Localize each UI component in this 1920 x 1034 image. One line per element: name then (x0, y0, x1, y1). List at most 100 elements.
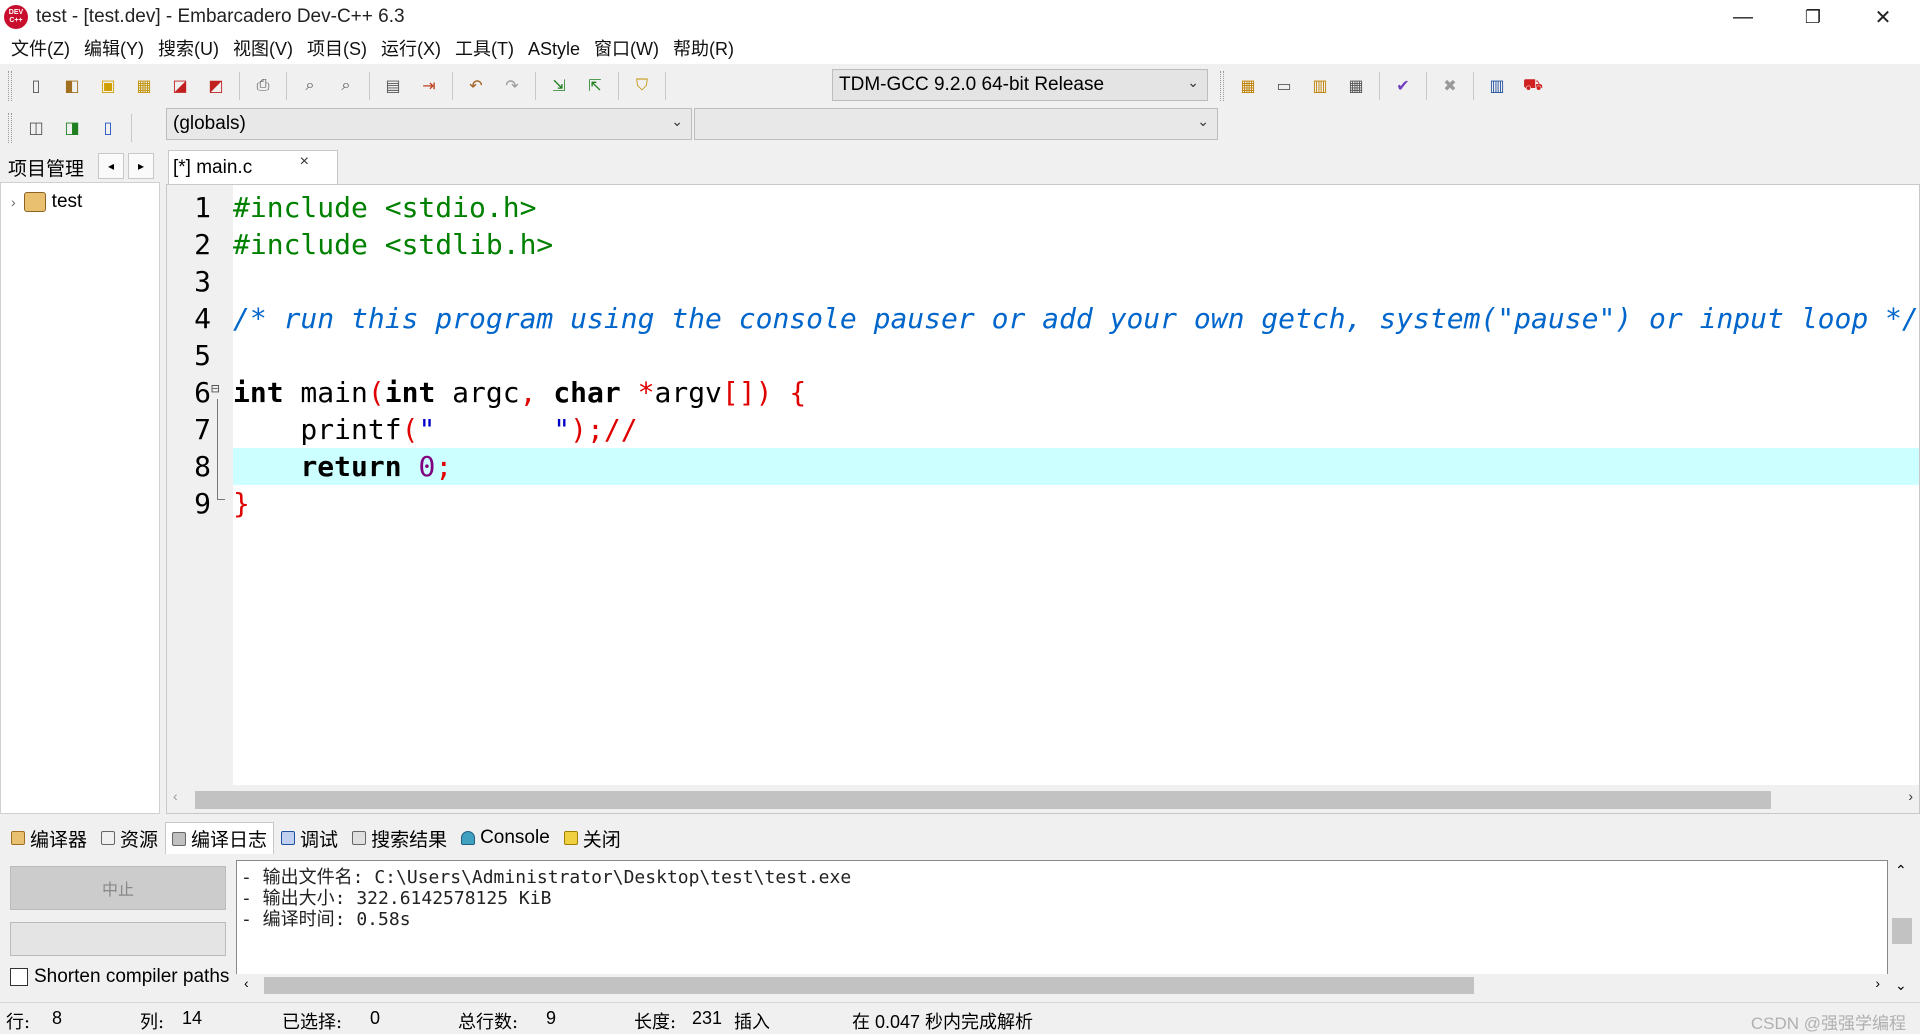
bottom-panel-tabs: 编译器 资源 编译日志 调试 搜索结果 Console 关闭 (0, 820, 1920, 854)
code-editor[interactable]: 1 2 3 4 5 6 7 8 9 ⊟ #include <stdio.h> #… (166, 184, 1920, 814)
tab-label: 关闭 (582, 828, 621, 851)
tab-close[interactable]: 关闭 (557, 822, 628, 854)
stop-button[interactable]: 中止 (10, 866, 226, 910)
tab-compile-log[interactable]: 编译日志 (165, 822, 275, 854)
tab-main-c[interactable]: [*] main.c × (168, 150, 338, 184)
save-all-icon[interactable]: ▦ (126, 69, 162, 103)
code-line-4: /* run this program using the console pa… (233, 302, 1919, 335)
scroll-up-icon[interactable]: ⌃ (1895, 862, 1907, 879)
status-bar: 行: 8 列: 14 已选择: 0 总行数: 9 长度: 231 插入 在 0.… (0, 1002, 1920, 1034)
menu-window[interactable]: 窗口(W) (587, 34, 666, 64)
run-icon[interactable]: ▭ (1266, 69, 1302, 103)
scroll-down-icon[interactable]: ⌄ (1895, 977, 1907, 994)
tab-prev-button[interactable]: ◂ (98, 153, 124, 179)
log-horizontal-scrollbar[interactable]: ‹ › (236, 974, 1888, 996)
project-panel-tabs: 项目管理 ◂ ▸ (0, 150, 162, 182)
scroll-right-icon[interactable]: › (1908, 788, 1913, 804)
rebuild-icon[interactable]: ▦ (1338, 69, 1374, 103)
new-project-icon[interactable]: ◫ (18, 111, 54, 145)
tab-debug[interactable]: 调试 (274, 822, 345, 854)
code-line-9: } (233, 487, 250, 520)
tree-item-test[interactable]: › test (11, 191, 82, 213)
compiler-select-value: TDM-GCC 9.2.0 64-bit Release (839, 74, 1105, 95)
status-line-value: 8 (52, 1008, 63, 1028)
compile-log-icon (172, 831, 187, 846)
tab-console[interactable]: Console (454, 822, 557, 854)
close-button[interactable]: ✕ (1848, 0, 1918, 34)
menu-run[interactable]: 运行(X) (374, 34, 448, 64)
scrollbar-thumb[interactable] (264, 977, 1474, 994)
menu-file[interactable]: 文件(Z) (4, 34, 77, 64)
menu-tools[interactable]: 工具(T) (448, 34, 521, 64)
line-number: 2 (194, 228, 211, 261)
print-icon[interactable]: ⎙ (245, 69, 281, 103)
status-parse-message: 在 0.047 秒内完成解析 (852, 1012, 1034, 1032)
open-file-icon[interactable]: ◧ (54, 69, 90, 103)
toggle-comment-icon[interactable]: ▤ (375, 69, 411, 103)
scrollbar-thumb[interactable] (1892, 918, 1912, 944)
menu-edit[interactable]: 编辑(Y) (77, 34, 151, 64)
editor-horizontal-scrollbar[interactable]: ‹ › (167, 785, 1919, 813)
tab-project-manager[interactable]: 项目管理 (8, 154, 84, 181)
menu-project[interactable]: 项目(S) (300, 34, 374, 64)
goto-icon[interactable]: ⇲ (541, 69, 577, 103)
chevron-right-icon[interactable]: › (11, 194, 16, 210)
menu-search[interactable]: 搜索(U) (151, 34, 226, 64)
find-icon[interactable]: ⌕ (292, 69, 328, 103)
menu-astyle[interactable]: AStyle (521, 34, 587, 64)
console-icon (461, 831, 476, 845)
code-line-6: int main(int argc, char *argv[]) { (233, 374, 806, 411)
scroll-right-icon[interactable]: › (1875, 975, 1880, 991)
toolbar-separator (369, 72, 370, 100)
goto-line-icon[interactable]: ⇱ (577, 69, 613, 103)
save-icon[interactable]: ▣ (90, 69, 126, 103)
compile-icon[interactable]: ▦ (1230, 69, 1266, 103)
tab-search-results[interactable]: 搜索结果 (345, 822, 454, 854)
globals-select[interactable]: (globals) ⌄ (166, 108, 692, 140)
string-literal: " " (418, 413, 571, 446)
debug-icon[interactable]: ⛟ (1515, 69, 1551, 103)
tab-next-button[interactable]: ▸ (128, 153, 154, 179)
close-icon[interactable]: × (300, 153, 309, 171)
menu-help[interactable]: 帮助(R) (666, 34, 741, 64)
search-results-icon (352, 831, 367, 845)
blank-button[interactable] (10, 922, 226, 956)
close-panel-icon (563, 831, 578, 845)
syntax-check-icon[interactable]: ✔ (1385, 69, 1421, 103)
close-all-icon[interactable]: ◩ (198, 69, 234, 103)
compiler-select[interactable]: TDM-GCC 9.2.0 64-bit Release ⌄ (832, 69, 1208, 101)
shorten-paths-checkbox[interactable]: Shorten compiler paths (10, 966, 230, 988)
menu-view[interactable]: 视图(V) (226, 34, 300, 64)
toolbar-separator (665, 72, 666, 100)
tab-compiler[interactable]: 编译器 (4, 822, 94, 854)
profile-chart-icon[interactable]: ▥ (1479, 69, 1515, 103)
compile-run-icon[interactable]: ▥ (1302, 69, 1338, 103)
scroll-left-icon[interactable]: ‹ (244, 975, 249, 991)
restore-button[interactable]: ❐ (1778, 0, 1848, 34)
log-vertical-scrollbar[interactable]: ⌃ ⌄ (1888, 860, 1916, 996)
project-options-icon[interactable]: ▯ (90, 111, 126, 145)
symbol: { (772, 376, 807, 409)
new-file-icon[interactable]: ▯ (18, 69, 54, 103)
redo-icon[interactable]: ↷ (494, 69, 530, 103)
fold-collapse-icon[interactable]: ⊟ (211, 381, 225, 397)
fold-end (217, 499, 225, 500)
checkbox-box[interactable] (10, 968, 28, 986)
scrollbar-thumb[interactable] (195, 791, 1771, 809)
close-file-icon[interactable]: ◪ (162, 69, 198, 103)
scroll-left-icon[interactable]: ‹ (173, 788, 178, 804)
stop-execution-icon[interactable]: ✖ (1432, 69, 1468, 103)
add-to-project-icon[interactable]: ◨ (54, 111, 90, 145)
keyword: int (384, 376, 436, 409)
function-select[interactable]: ⌄ (694, 108, 1218, 140)
code-area[interactable]: #include <stdio.h> #include <stdlib.h> /… (233, 185, 1919, 787)
tab-resources[interactable]: 资源 (94, 822, 165, 854)
minimize-button[interactable]: — (1708, 0, 1778, 34)
indent-icon[interactable]: ⇥ (411, 69, 447, 103)
undo-icon[interactable]: ↶ (458, 69, 494, 103)
tree-item-label: test (51, 191, 83, 212)
compiler-options-icon[interactable]: ⛉ (624, 69, 660, 103)
project-icon (23, 192, 46, 212)
replace-icon[interactable]: ⌕ (328, 69, 364, 103)
symbol: ( (367, 376, 385, 409)
